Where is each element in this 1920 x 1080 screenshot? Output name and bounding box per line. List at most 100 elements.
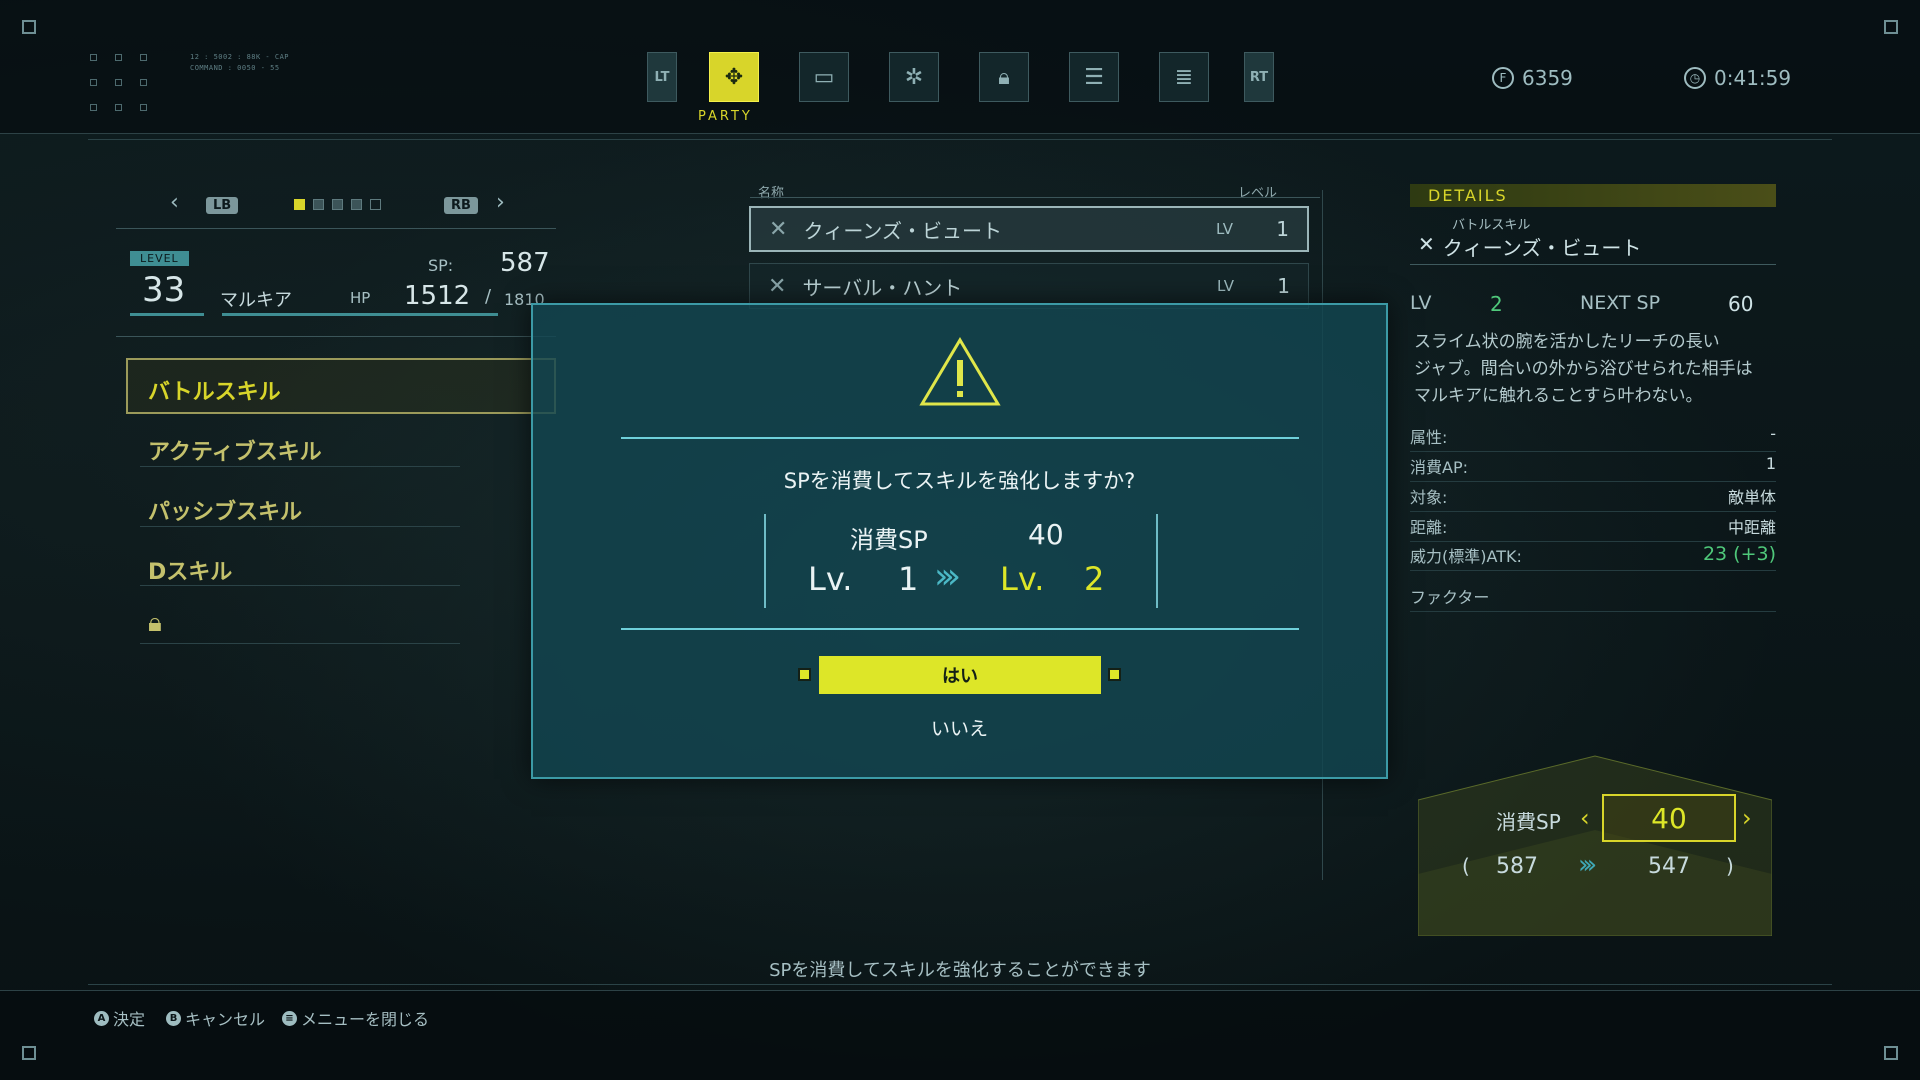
arrow-right-icon: ››› xyxy=(1578,850,1597,880)
lock-icon: 🔒︎ xyxy=(998,64,1010,90)
playtime-display: ◷ 0:41:59 xyxy=(1684,66,1791,90)
tab-rt-button[interactable]: RT xyxy=(1244,52,1274,102)
yes-button[interactable]: はい xyxy=(819,656,1101,694)
clock-icon: ◷ xyxy=(1684,67,1706,89)
divider xyxy=(116,228,556,229)
divider xyxy=(1410,264,1776,265)
corner-marker-icon xyxy=(22,1046,36,1060)
sp-paren-open: ( xyxy=(1462,854,1470,878)
dialog-lv-from-label: Lv. xyxy=(808,560,853,598)
tab-lt-button[interactable]: LT xyxy=(647,52,677,102)
dialog-lv-to-label: Lv. xyxy=(1000,560,1045,598)
divider xyxy=(140,466,460,467)
sp-before: 587 xyxy=(1496,854,1538,879)
divider xyxy=(140,585,460,586)
next-character-chevron-icon[interactable]: › xyxy=(496,190,505,215)
detail-factor-row: ファクター xyxy=(1410,584,1776,612)
tab-party-label: PARTY xyxy=(698,109,753,124)
divider xyxy=(116,336,556,337)
help-text: SPを消費してスキルを強化することができます xyxy=(769,960,1151,981)
corner-marker-icon xyxy=(22,20,36,34)
locked-slot-lock-icon: 🔒︎ xyxy=(148,608,162,638)
hp-current: 1512 xyxy=(404,281,471,311)
divider xyxy=(88,984,1832,985)
menu-battle-skill[interactable]: バトルスキル xyxy=(148,374,281,406)
sp-after: 547 xyxy=(1648,854,1690,879)
selection-marker-icon xyxy=(1108,668,1121,681)
menu-active-skill[interactable]: アクティブスキル xyxy=(148,434,322,466)
dialog-question: SPを消費してスキルを強化しますか? xyxy=(783,469,1136,493)
details-skill-title: ✕ クィーンズ・ビュート xyxy=(1418,232,1642,260)
hint-cancel[interactable]: B キャンセル xyxy=(166,1006,265,1030)
character-name: マルキア xyxy=(220,290,292,311)
b-button-icon: B xyxy=(166,1010,181,1026)
document-icon: ☰ xyxy=(1084,64,1104,90)
sp-paren-close: ) xyxy=(1726,854,1734,878)
tab-skills[interactable]: ✲ xyxy=(889,52,939,102)
tab-equipment[interactable]: ▭ xyxy=(799,52,849,102)
skill-type-icon: ✕ xyxy=(768,273,787,299)
selection-marker-icon xyxy=(798,668,811,681)
column-name-header: 名称 xyxy=(758,186,785,201)
character-level: 33 xyxy=(142,270,186,310)
details-header: DETAILS xyxy=(1410,184,1776,207)
no-button[interactable]: いいえ xyxy=(531,714,1388,741)
hp-separator: / xyxy=(485,286,492,307)
tab-records[interactable]: ☰ xyxy=(1069,52,1119,102)
hp-label: HP xyxy=(350,289,371,307)
hint-confirm[interactable]: A 決定 xyxy=(94,1006,145,1030)
dialog-lv-to: 2 xyxy=(1084,560,1105,598)
column-level-header: レベル xyxy=(1238,186,1278,201)
skill-row[interactable]: ✕ クィーンズ・ビュート LV 1 xyxy=(749,206,1309,252)
skill-tree-icon: ✲ xyxy=(904,64,924,90)
dialog-cost-label: 消費SP xyxy=(850,526,928,554)
tab-party[interactable]: ✥ xyxy=(709,52,759,102)
sp-cost-label: 消費SP xyxy=(1496,810,1561,834)
menu-d-skill[interactable]: Dスキル xyxy=(148,554,232,586)
lb-button[interactable]: LB xyxy=(206,197,239,214)
details-lv-value: 2 xyxy=(1490,292,1503,316)
a-button-icon: A xyxy=(94,1010,109,1026)
corner-marker-icon xyxy=(1884,1046,1898,1060)
system-info: 12 : 5002 : 88K - CAP COMMAND : 0050 - 5… xyxy=(190,53,290,72)
tab-settings[interactable]: ≣ xyxy=(1159,52,1209,102)
grid-dots-icon xyxy=(90,54,147,111)
divider xyxy=(140,643,460,644)
skill-type-icon: ✕ xyxy=(769,216,788,242)
divider xyxy=(88,139,1832,140)
details-description: スライム状の腕を活かしたリーチの長い ジャブ。間合いの外から浴びせられた相手は … xyxy=(1414,332,1753,406)
skill-type-icon: ✕ xyxy=(1418,232,1435,256)
detail-attribute-row: 属性: - xyxy=(1410,424,1776,452)
party-pager xyxy=(294,199,381,210)
currency-display: F 6359 xyxy=(1492,66,1573,90)
sp-label: SP: xyxy=(428,256,454,275)
details-lv-label: LV xyxy=(1410,292,1432,314)
corner-marker-icon xyxy=(1884,20,1898,34)
tab-locked[interactable]: 🔒︎ xyxy=(979,52,1029,102)
currency-icon: F xyxy=(1492,67,1514,89)
detail-range-row: 距離: 中距離 xyxy=(1410,514,1776,542)
detail-target-row: 対象: 敵単体 xyxy=(1410,484,1776,512)
sp-cost-value[interactable]: 40 xyxy=(1602,794,1736,842)
prev-character-chevron-icon[interactable]: ‹ xyxy=(170,190,179,215)
rb-button[interactable]: RB xyxy=(444,197,478,214)
sp-decrease-chevron-icon[interactable]: ‹ xyxy=(1580,804,1590,832)
details-next-sp-value: 60 xyxy=(1728,292,1754,316)
hint-close-menu[interactable]: ≡ メニューを閉じる xyxy=(282,1006,429,1030)
detail-power-row: 威力(標準)ATK: 23 (+3) xyxy=(1410,543,1776,571)
divider xyxy=(750,197,1320,198)
dialog-cost-value: 40 xyxy=(1028,518,1064,551)
sp-increase-chevron-icon[interactable]: › xyxy=(1742,804,1752,832)
details-next-sp-label: NEXT SP xyxy=(1580,292,1661,314)
menu-button-icon: ≡ xyxy=(282,1010,297,1026)
sp-cost-panel-frame xyxy=(1418,755,1772,936)
dialog-divider xyxy=(621,437,1299,439)
level-bar xyxy=(130,313,204,316)
detail-ap-row: 消費AP: 1 xyxy=(1410,454,1776,482)
details-category: バトルスキル xyxy=(1452,218,1531,233)
bottom-bar xyxy=(0,990,1920,1080)
sp-value: 587 xyxy=(500,248,550,278)
menu-passive-skill[interactable]: パッシブスキル xyxy=(148,494,302,526)
divider xyxy=(140,526,460,527)
dialog-divider xyxy=(621,628,1299,630)
